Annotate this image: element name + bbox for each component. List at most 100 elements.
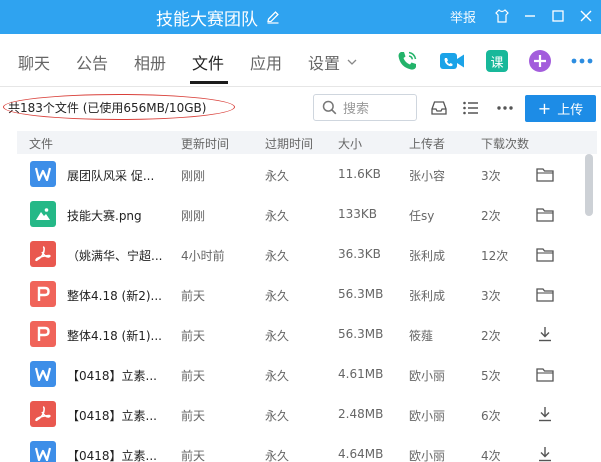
file-updated: 前天 [181,409,206,423]
file-expires: 永久 [265,209,290,223]
tab-apps[interactable]: 应用 [250,50,282,74]
file-expires: 永久 [265,249,290,263]
pdf-file-icon [30,401,56,427]
active-tab-indicator [190,81,228,84]
file-row[interactable]: 技能大赛.png 刚刚 永久 133KB 任sy 2次 [0,194,601,234]
group-title-text: 技能大赛团队 [156,9,258,30]
chevron-down-icon [347,59,357,65]
group-title[interactable]: 技能大赛团队 [156,4,281,30]
tab-chat[interactable]: 聊天 [18,50,50,74]
word-doc-icon [30,361,56,387]
file-name[interactable]: 展团队风采 促... [67,167,162,184]
file-downloads: 2次 [481,329,501,343]
file-name[interactable]: 整体4.18 (新1)... [67,327,162,344]
file-name[interactable]: （姚满华、宁超... [67,247,162,264]
file-name[interactable]: 【0418】立素... [67,367,162,384]
folder-icon[interactable] [535,205,555,223]
file-row[interactable]: 整体4.18 (新2)... 前天 永久 56.3MB 张利成 3次 [0,274,601,314]
folder-icon[interactable] [535,285,555,303]
file-downloads: 5次 [481,369,501,383]
header-updated[interactable]: 更新时间 [181,135,229,152]
file-name[interactable]: 技能大赛.png [67,207,162,224]
maximize-button[interactable] [545,5,571,27]
upload-button[interactable]: + 上传 [525,95,596,122]
scrollbar[interactable] [585,154,593,216]
file-downloads: 12次 [481,249,509,263]
file-downloads: 6次 [481,409,501,423]
file-expires: 永久 [265,289,290,303]
more-icon[interactable] [569,48,595,74]
ppt-file-icon [30,281,56,307]
search-icon [322,100,337,115]
file-expires: 永久 [265,329,290,343]
header-file[interactable]: 文件 [29,135,53,152]
file-row[interactable]: 【0418】立素... 前天 永久 4.61MB 欧小丽 5次 [0,354,601,394]
file-expires: 永久 [265,169,290,183]
header-expires[interactable]: 过期时间 [265,135,313,152]
header-size[interactable]: 大小 [338,135,362,152]
file-expires: 永久 [265,369,290,383]
file-size: 4.61MB [338,367,384,381]
file-downloads: 3次 [481,169,501,183]
search-input[interactable]: 搜索 [313,94,417,121]
title-bar: 技能大赛团队 举报 [0,0,601,34]
file-row[interactable]: 展团队风采 促... 刚刚 永久 11.6KB 张小容 3次 [0,154,601,194]
word-doc-icon [30,441,56,462]
file-expires: 永久 [265,449,290,462]
file-row[interactable]: 【0418】立素... 前天 永久 2.48MB 欧小丽 6次 [0,394,601,434]
tab-announcement[interactable]: 公告 [76,50,108,74]
file-uploader: 张利成 [409,249,446,263]
tab-settings-label: 设置 [308,54,341,73]
minimize-button[interactable] [517,5,543,27]
file-name[interactable]: 【0418】立素... [67,407,162,424]
pdf-file-icon [30,241,56,267]
ppt-file-icon [30,321,56,347]
folder-icon[interactable] [535,245,555,263]
download-icon[interactable] [535,445,555,462]
file-downloads: 3次 [481,289,501,303]
file-name[interactable]: 【0418】立素... [67,447,162,462]
file-row[interactable]: （姚满华、宁超... 4小时前 永久 36.3KB 张利成 12次 [0,234,601,274]
folder-icon[interactable] [535,365,555,383]
file-uploader: 欧小丽 [409,449,446,462]
tab-settings[interactable]: 设置 [308,50,358,74]
highlight-oval [3,94,235,120]
file-uploader: 欧小丽 [409,369,446,383]
tab-album[interactable]: 相册 [134,50,166,74]
add-app-icon[interactable] [527,48,553,74]
header-uploader[interactable]: 上传者 [409,135,445,152]
file-size: 133KB [338,207,378,221]
inbox-icon[interactable] [429,98,449,118]
plus-icon: + [537,98,552,118]
header-downloads[interactable]: 下载次数 [481,135,529,152]
file-uploader: 欧小丽 [409,409,446,423]
file-size: 56.3MB [338,327,384,341]
more-options-icon[interactable] [495,98,515,118]
file-uploader: 任sy [409,209,435,223]
skin-icon [495,9,509,23]
video-call-icon[interactable] [439,48,465,74]
upload-label: 上传 [557,103,584,118]
file-row[interactable]: 【0418】立素... 前天 永久 4.64MB 欧小丽 4次 [0,434,601,462]
file-updated: 前天 [181,369,206,383]
download-icon[interactable] [535,325,555,343]
file-name[interactable]: 整体4.18 (新2)... [67,287,162,304]
list-view-icon[interactable] [461,98,481,118]
edit-icon[interactable] [265,9,281,25]
word-doc-icon [30,161,56,187]
report-button[interactable]: 举报 [446,5,480,27]
group-files-window: 技能大赛团队 举报 聊天 公告 相册 文件 应用 设置 课 共183个文件 (已… [0,0,601,462]
folder-icon[interactable] [535,165,555,183]
course-icon[interactable]: 课 [484,48,510,74]
skin-button[interactable] [489,5,515,27]
tab-files[interactable]: 文件 [192,50,224,74]
phone-icon[interactable] [394,48,420,74]
download-icon[interactable] [535,405,555,423]
close-button[interactable] [573,5,599,27]
file-size: 2.48MB [338,407,384,421]
group-nav: 聊天 公告 相册 文件 应用 设置 课 [0,34,601,87]
file-uploader: 张小容 [409,169,446,183]
file-table-header: 文件 更新时间 过期时间 大小 上传者 下载次数 [17,131,597,154]
image-file-icon [30,201,56,227]
file-row[interactable]: 整体4.18 (新1)... 前天 永久 56.3MB 筱薤 2次 [0,314,601,354]
